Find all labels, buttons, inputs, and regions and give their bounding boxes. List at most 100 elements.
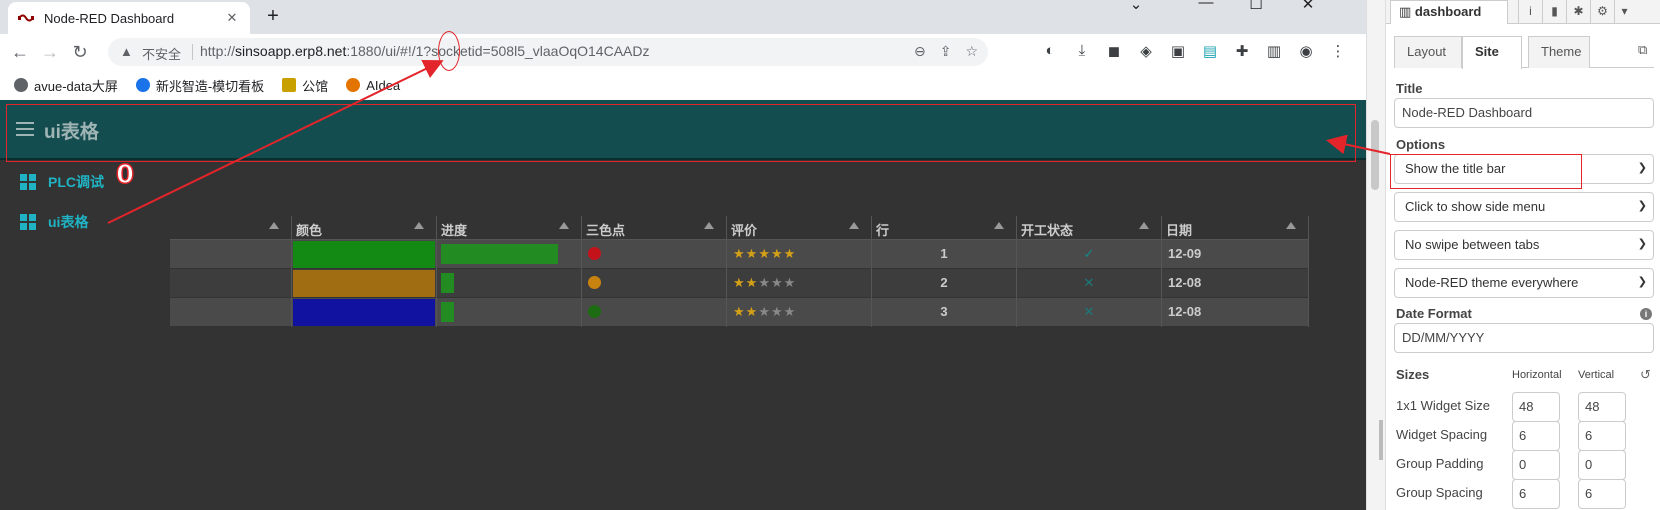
bookmark-label: avue-data大屏: [34, 78, 118, 94]
insecure-label[interactable]: 不安全: [142, 44, 181, 63]
address-bar[interactable]: ▲ 不安全 http://sinsoapp.erp8.net:1880/ui/#…: [108, 38, 988, 66]
save-extension-icon[interactable]: ▤: [1200, 42, 1220, 60]
sidebar-icon-tabs: i ▮ ✱ ⚙ ▾: [1518, 0, 1634, 24]
bookmark-item[interactable]: AIdea: [346, 78, 400, 93]
size-horizontal-input[interactable]: 48: [1512, 392, 1560, 422]
gear-icon[interactable]: ⚙: [1590, 0, 1614, 24]
browser-window: Node-RED Dashboard ✕ + ⌄ — ☐ ✕ ← → ↻ ▲ 不…: [0, 0, 1366, 510]
forward-arrow-icon[interactable]: →: [38, 40, 62, 64]
column-header[interactable]: 进度: [437, 216, 582, 240]
sort-arrow-icon[interactable]: [994, 222, 1004, 229]
sort-arrow-icon[interactable]: [704, 222, 714, 229]
size-vertical-input[interactable]: 48: [1578, 392, 1626, 422]
title-input[interactable]: Node-RED Dashboard: [1394, 98, 1654, 128]
menu-item-ui-table[interactable]: ui表格: [0, 202, 170, 242]
menu-item-plc[interactable]: PLC调试: [0, 162, 170, 202]
extension-icon[interactable]: ◈: [1136, 42, 1156, 60]
chevron-down-icon[interactable]: ▾: [1614, 0, 1634, 24]
bookmarks-bar: avue-data大屏 新兆智造-模切看板 公馆 AIdea: [0, 70, 1366, 100]
sort-arrow-icon[interactable]: [1139, 222, 1149, 229]
sort-arrow-icon[interactable]: [414, 222, 424, 229]
dashboard-grid-icon: [20, 174, 36, 190]
size-vertical-input[interactable]: 6: [1578, 479, 1626, 509]
column-header[interactable]: 三色点: [582, 216, 727, 240]
size-horizontal-input[interactable]: 6: [1512, 479, 1560, 509]
star-filled-icon: ★: [758, 246, 771, 261]
tab-search-chevron-icon[interactable]: ⌄: [1118, 0, 1154, 34]
puzzle-extensions-icon[interactable]: ✚: [1232, 42, 1252, 60]
book-icon[interactable]: ▮: [1542, 0, 1566, 24]
theme-select[interactable]: Node-RED theme everywhere ❯: [1394, 268, 1654, 298]
share-icon[interactable]: ⇪: [940, 43, 952, 60]
sort-arrow-icon[interactable]: [1286, 222, 1296, 229]
info-icon[interactable]: i: [1640, 308, 1652, 320]
table-row[interactable]: ★★★★★ 2 ✕ 12-08: [170, 269, 1309, 298]
profile-avatar-icon[interactable]: ◉: [1296, 42, 1316, 60]
side-menu-select[interactable]: Click to show side menu ❯: [1394, 192, 1654, 222]
tab-site[interactable]: Site: [1462, 36, 1522, 69]
side-panel-icon[interactable]: ▥: [1264, 42, 1284, 60]
close-window-icon[interactable]: ✕: [1290, 0, 1326, 34]
size-row-label: Group Padding: [1396, 456, 1484, 471]
table-cell: 12-09: [1162, 240, 1309, 269]
minimize-icon[interactable]: —: [1188, 0, 1224, 32]
sort-arrow-icon[interactable]: [269, 222, 279, 229]
sort-arrow-icon[interactable]: [559, 222, 569, 229]
zoom-icon[interactable]: ⊖: [914, 43, 926, 60]
cross-icon: ✕: [1083, 275, 1095, 290]
chevron-down-icon: ❯: [1637, 200, 1647, 212]
sidebar-tab-bar: ▥ dashboard i ▮ ✱ ⚙ ▾: [1386, 0, 1660, 24]
more-menu-icon[interactable]: ⋮: [1328, 42, 1348, 60]
swipe-select[interactable]: No swipe between tabs ❯: [1394, 230, 1654, 260]
tab-theme[interactable]: Theme: [1528, 36, 1590, 68]
open-external-icon[interactable]: ⧉: [1638, 42, 1647, 58]
bookmark-item[interactable]: 公馆: [282, 76, 328, 95]
tab-layout[interactable]: Layout: [1394, 36, 1462, 68]
new-tab-button[interactable]: +: [262, 6, 284, 28]
browser-tab[interactable]: Node-RED Dashboard ✕: [8, 2, 250, 34]
warning-triangle-icon[interactable]: ▲: [120, 44, 133, 59]
info-icon[interactable]: i: [1518, 0, 1542, 24]
size-horizontal-input[interactable]: 6: [1512, 421, 1560, 451]
side-menu: PLC调试 ui表格: [0, 162, 170, 510]
table-cell: 2: [872, 269, 1017, 298]
extension-icon[interactable]: ◼: [1104, 42, 1124, 60]
bookmark-star-icon[interactable]: ☆: [965, 43, 978, 60]
extension-icon[interactable]: ▣: [1168, 42, 1188, 60]
download-icon[interactable]: ⤓: [1072, 42, 1092, 60]
extension-icon[interactable]: ◐: [1040, 42, 1060, 60]
bookmark-item[interactable]: avue-data大屏: [14, 76, 118, 95]
tab-dashboard[interactable]: ▥ dashboard: [1390, 0, 1508, 24]
bookmark-item[interactable]: 新兆智造-模切看板: [135, 76, 264, 95]
column-header[interactable]: 开工状态: [1017, 216, 1162, 240]
bug-icon[interactable]: ✱: [1566, 0, 1590, 24]
date-format-label: Date Format: [1396, 306, 1472, 321]
panel-divider[interactable]: [1366, 0, 1386, 510]
size-vertical-input[interactable]: 6: [1578, 421, 1626, 451]
column-header[interactable]: 名: [170, 216, 292, 240]
bookmark-label: AIdea: [366, 77, 401, 93]
date-cell: 12-08: [1168, 304, 1202, 319]
close-tab-icon[interactable]: ✕: [224, 10, 240, 26]
date-format-input[interactable]: DD/MM/YYYY: [1394, 323, 1654, 353]
scrollbar-thumb[interactable]: [1371, 120, 1379, 190]
size-horizontal-input[interactable]: 0: [1512, 450, 1560, 480]
column-header[interactable]: 颜色: [292, 216, 437, 240]
date-cell: 12-08: [1168, 275, 1202, 290]
scrollbar-thumb[interactable]: [1379, 420, 1383, 460]
maximize-icon[interactable]: ☐: [1238, 0, 1274, 34]
star-rating: ★★★★★: [733, 246, 796, 262]
url-text[interactable]: http://sinsoapp.erp8.net:1880/ui/#!/1?so…: [200, 43, 649, 59]
reset-icon[interactable]: ↺: [1640, 367, 1651, 383]
back-arrow-icon[interactable]: ←: [8, 40, 32, 64]
column-header[interactable]: 日期: [1162, 216, 1309, 240]
browser-toolbar: ← → ↻ ▲ 不安全 http://sinsoapp.erp8.net:188…: [0, 34, 1366, 70]
size-vertical-input[interactable]: 0: [1578, 450, 1626, 480]
sort-arrow-icon[interactable]: [849, 222, 859, 229]
column-header[interactable]: 评价: [727, 216, 872, 240]
column-header[interactable]: 行: [872, 216, 1017, 240]
table-row[interactable]: ★★★★★ 1 ✓ 12-09: [170, 240, 1309, 269]
star-empty-icon: ★: [783, 275, 797, 290]
table-row[interactable]: ★★★★★ 3 ✕ 12-08: [170, 298, 1309, 327]
reload-icon[interactable]: ↻: [68, 40, 92, 64]
